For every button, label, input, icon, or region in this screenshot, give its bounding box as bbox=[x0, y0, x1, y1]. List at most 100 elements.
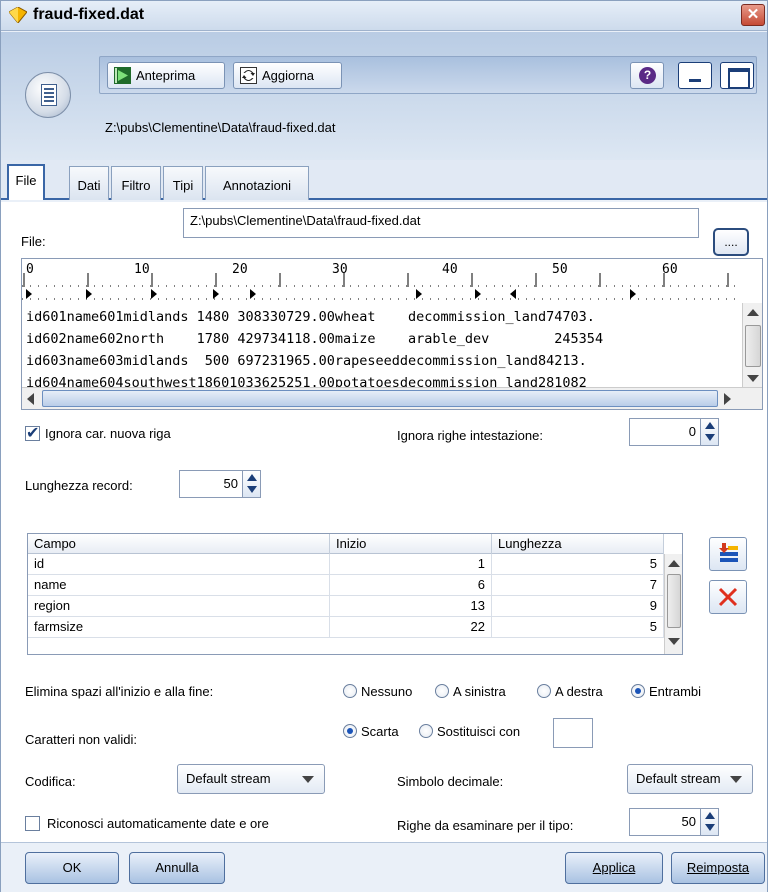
cell-field[interactable]: name bbox=[28, 575, 330, 596]
delete-field-button[interactable] bbox=[709, 580, 747, 614]
browse-button[interactable]: .... bbox=[713, 228, 749, 256]
auto-dates-checkbox[interactable] bbox=[25, 816, 40, 831]
cell-length[interactable]: 7 bbox=[492, 575, 664, 596]
ruler-number: 30 bbox=[332, 262, 348, 277]
cell-length[interactable]: 5 bbox=[492, 617, 664, 638]
record-length-stepper[interactable]: 50 bbox=[179, 470, 261, 498]
apply-button[interactable]: Applica bbox=[565, 852, 663, 884]
cell-start[interactable]: 6 bbox=[330, 575, 492, 596]
scroll-left-icon[interactable] bbox=[27, 393, 34, 405]
tab-file[interactable]: File bbox=[7, 164, 45, 200]
trim-right-label: A destra bbox=[555, 684, 603, 699]
decimal-select[interactable]: Default stream bbox=[627, 764, 753, 794]
ruler-ticks bbox=[22, 273, 742, 300]
column-header-length[interactable]: Lunghezza bbox=[492, 534, 664, 554]
refresh-button[interactable]: Aggiorna bbox=[233, 62, 342, 89]
cell-start[interactable]: 13 bbox=[330, 596, 492, 617]
trim-right-radio[interactable] bbox=[537, 684, 551, 698]
skip-header-label: Ignora righe intestazione: bbox=[397, 428, 543, 443]
tab-annotations[interactable]: Annotazioni bbox=[205, 166, 309, 200]
scroll-thumb[interactable] bbox=[42, 390, 718, 407]
column-header-start[interactable]: Inizio bbox=[330, 534, 492, 554]
insert-field-icon bbox=[719, 543, 738, 562]
table-row[interactable]: name 6 7 bbox=[28, 575, 664, 596]
preview-horizontal-scrollbar[interactable] bbox=[22, 387, 762, 409]
help-button[interactable]: ? bbox=[630, 62, 664, 89]
fields-table: Campo Inizio Lunghezza id 1 5 name 6 7 r… bbox=[27, 533, 683, 655]
table-row[interactable]: region 13 9 bbox=[28, 596, 664, 617]
cell-length[interactable]: 9 bbox=[492, 596, 664, 617]
node-diamond-icon bbox=[9, 7, 27, 23]
scroll-down-icon[interactable] bbox=[668, 638, 680, 645]
stepper-arrows-icon[interactable] bbox=[700, 809, 718, 835]
scroll-down-icon[interactable] bbox=[747, 375, 759, 382]
column-header-field[interactable]: Campo bbox=[28, 534, 330, 554]
preview-line: id602name602north 1780 429734118.00maize… bbox=[26, 331, 604, 347]
invalid-chars-label: Caratteri non validi: bbox=[25, 732, 137, 747]
table-vertical-scrollbar[interactable] bbox=[664, 554, 682, 654]
ruler-number: 10 bbox=[134, 262, 150, 277]
dialog-footer: OK Annulla Applica Reimposta bbox=[1, 842, 767, 892]
replace-label: Sostituisci con bbox=[437, 724, 521, 739]
trim-label: Elimina spazi all'inizio e alla fine: bbox=[25, 684, 214, 699]
ruler-number: 60 bbox=[662, 262, 678, 277]
scroll-right-icon[interactable] bbox=[724, 393, 731, 405]
discard-label: Scarta bbox=[361, 724, 399, 739]
delete-icon bbox=[718, 587, 738, 607]
help-icon: ? bbox=[639, 67, 656, 84]
add-field-button[interactable] bbox=[709, 537, 747, 571]
minimize-button[interactable] bbox=[678, 62, 712, 89]
trim-none-label: Nessuno bbox=[361, 684, 413, 699]
cell-start[interactable]: 1 bbox=[330, 554, 492, 575]
type-rows-stepper[interactable]: 50 bbox=[629, 808, 719, 836]
title-bar[interactable]: fraud-fixed.dat ✕ bbox=[1, 1, 767, 31]
cell-field[interactable]: farmsize bbox=[28, 617, 330, 638]
preview-vertical-scrollbar[interactable] bbox=[742, 303, 762, 387]
cancel-button[interactable]: Annulla bbox=[129, 852, 225, 884]
encoding-select[interactable]: Default stream bbox=[177, 764, 325, 794]
tab-bar: File Dati Filtro Tipi Annotazioni bbox=[1, 160, 767, 200]
skip-header-stepper[interactable]: 0 bbox=[629, 418, 719, 446]
trim-both-radio[interactable] bbox=[631, 684, 645, 698]
close-button[interactable]: ✕ bbox=[741, 4, 765, 26]
record-length-label: Lunghezza record: bbox=[25, 478, 133, 493]
data-preview: 0 10 20 30 40 50 60 id601name601midlands… bbox=[21, 258, 763, 410]
file-label: File: bbox=[21, 234, 46, 249]
tab-filter[interactable]: Filtro bbox=[111, 166, 161, 200]
scroll-up-icon[interactable] bbox=[747, 309, 759, 316]
trim-left-radio[interactable] bbox=[435, 684, 449, 698]
discard-radio[interactable] bbox=[343, 724, 357, 738]
replace-char-input[interactable] bbox=[553, 718, 593, 748]
maximize-button[interactable] bbox=[720, 62, 754, 89]
scroll-thumb[interactable] bbox=[667, 574, 681, 628]
tab-types[interactable]: Tipi bbox=[163, 166, 203, 200]
reset-button[interactable]: Reimposta bbox=[671, 852, 765, 884]
type-rows-value: 50 bbox=[681, 814, 696, 829]
cell-field[interactable]: region bbox=[28, 596, 330, 617]
file-tab-panel: File: Z:\pubs\Clementine\Data\fraud-fixe… bbox=[1, 202, 767, 842]
cell-field[interactable]: id bbox=[28, 554, 330, 575]
scroll-thumb[interactable] bbox=[745, 325, 761, 367]
table-row[interactable]: farmsize 22 5 bbox=[28, 617, 664, 638]
tab-data[interactable]: Dati bbox=[69, 166, 109, 200]
ignore-newline-label: Ignora car. nuova riga bbox=[45, 426, 171, 441]
replace-radio[interactable] bbox=[419, 724, 433, 738]
ignore-newline-checkbox[interactable] bbox=[25, 423, 40, 442]
decimal-value: Default stream bbox=[636, 771, 721, 786]
file-node-icon bbox=[25, 72, 71, 118]
chevron-down-icon bbox=[302, 776, 314, 783]
stepper-arrows-icon[interactable] bbox=[242, 471, 260, 497]
scroll-up-icon[interactable] bbox=[668, 560, 680, 567]
cell-start[interactable]: 22 bbox=[330, 617, 492, 638]
preview-button[interactable]: Anteprima bbox=[107, 62, 225, 89]
stepper-arrows-icon[interactable] bbox=[700, 419, 718, 445]
ok-button[interactable]: OK bbox=[25, 852, 119, 884]
type-rows-label: Righe da esaminare per il tipo: bbox=[397, 818, 574, 833]
cell-length[interactable]: 5 bbox=[492, 554, 664, 575]
file-path-input[interactable]: Z:\pubs\Clementine\Data\fraud-fixed.dat bbox=[183, 208, 699, 238]
table-row[interactable]: id 1 5 bbox=[28, 554, 664, 575]
preview-line: id603name603midlands 500 697231965.00rap… bbox=[26, 353, 587, 369]
ruler-number: 40 bbox=[442, 262, 458, 277]
auto-dates-label: Riconosci automaticamente date e ore bbox=[47, 816, 269, 831]
trim-none-radio[interactable] bbox=[343, 684, 357, 698]
